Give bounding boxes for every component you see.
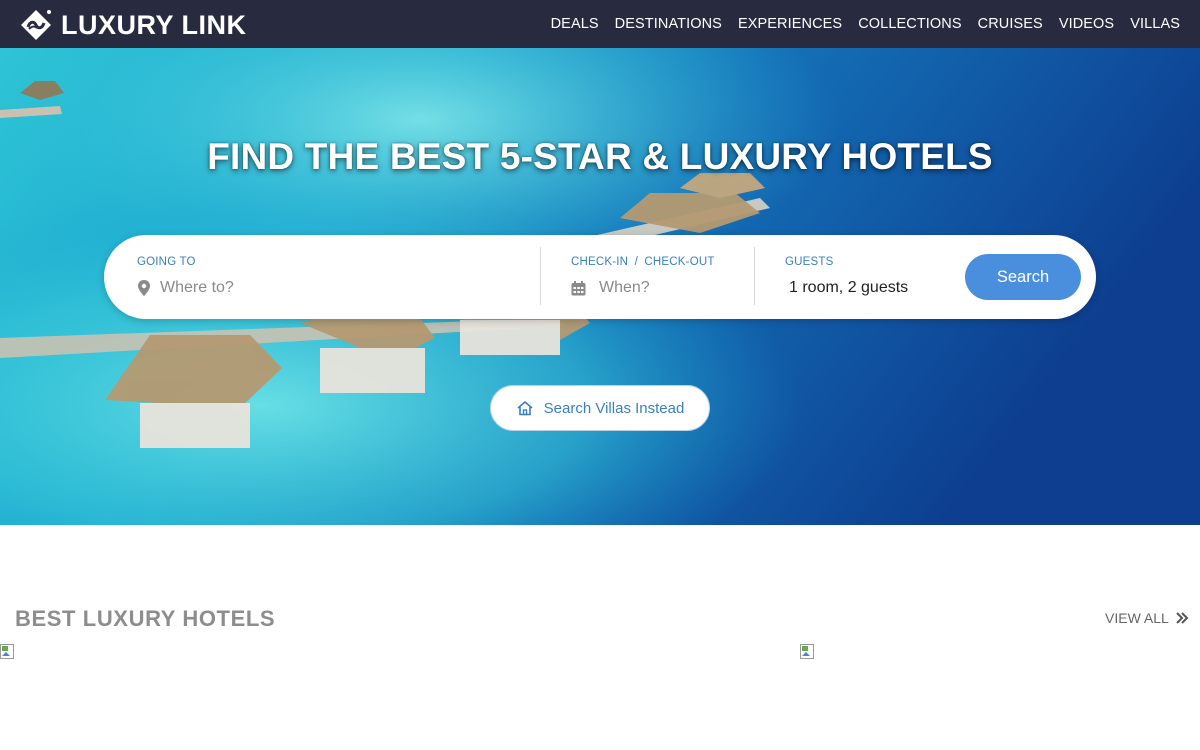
going-to-input[interactable]: Where to? [160,279,234,297]
guests-field[interactable]: GUESTS 1 room, 2 guests [755,235,955,319]
top-navigation-bar: LUXURY LINK DEALS DESTINATIONS EXPERIENC… [0,0,1200,48]
dates-input[interactable]: When? [599,279,650,297]
hotel-card-image-broken-icon[interactable] [0,644,16,660]
nav-item-villas[interactable]: VILLAS [1130,16,1180,32]
section-title: BEST LUXURY HOTELS [15,606,276,631]
calendar-icon [571,280,586,295]
double-chevron-right-icon [1176,612,1189,624]
nav-item-cruises[interactable]: CRUISES [978,16,1043,32]
hotel-card-image-broken-icon[interactable] [800,644,816,660]
search-button[interactable]: Search [965,254,1081,300]
nav-item-deals[interactable]: DEALS [551,16,599,32]
brand-name: LUXURY LINK [61,10,247,40]
date-separator: / [634,256,638,268]
search-villas-label: Search Villas Instead [543,399,685,417]
search-villas-button[interactable]: Search Villas Instead [490,385,710,431]
home-icon [517,401,533,416]
view-all-link[interactable]: VIEW ALL [1105,610,1189,626]
main-nav: DEALS DESTINATIONS EXPERIENCES COLLECTIO… [535,0,1180,48]
nav-item-experiences[interactable]: EXPERIENCES [738,16,842,32]
dates-field[interactable]: CHECK-IN / CHECK-OUT When? [541,235,755,319]
hotel-search-bar: GOING TO Where to? CHECK-IN / CHECK-OUT [104,235,1096,319]
view-all-label: VIEW ALL [1105,610,1169,626]
check-out-label: CHECK-OUT [644,256,715,268]
guests-value[interactable]: 1 room, 2 guests [789,279,908,297]
hero-title: FIND THE BEST 5-STAR & LUXURY HOTELS [207,136,993,177]
nav-item-videos[interactable]: VIDEOS [1059,16,1114,32]
going-to-label: GOING TO [137,256,196,268]
luxury-link-logo-icon [21,10,51,40]
nav-item-destinations[interactable]: DESTINATIONS [615,16,722,32]
nav-item-collections[interactable]: COLLECTIONS [858,16,961,32]
going-to-field[interactable]: GOING TO Where to? [104,235,540,319]
guests-label: GUESTS [785,256,834,268]
brand-logo[interactable]: LUXURY LINK [20,9,247,41]
hero-banner: FIND THE BEST 5-STAR & LUXURY HOTELS GOI… [0,48,1200,525]
check-in-label: CHECK-IN [571,256,629,268]
map-pin-icon [138,280,150,296]
